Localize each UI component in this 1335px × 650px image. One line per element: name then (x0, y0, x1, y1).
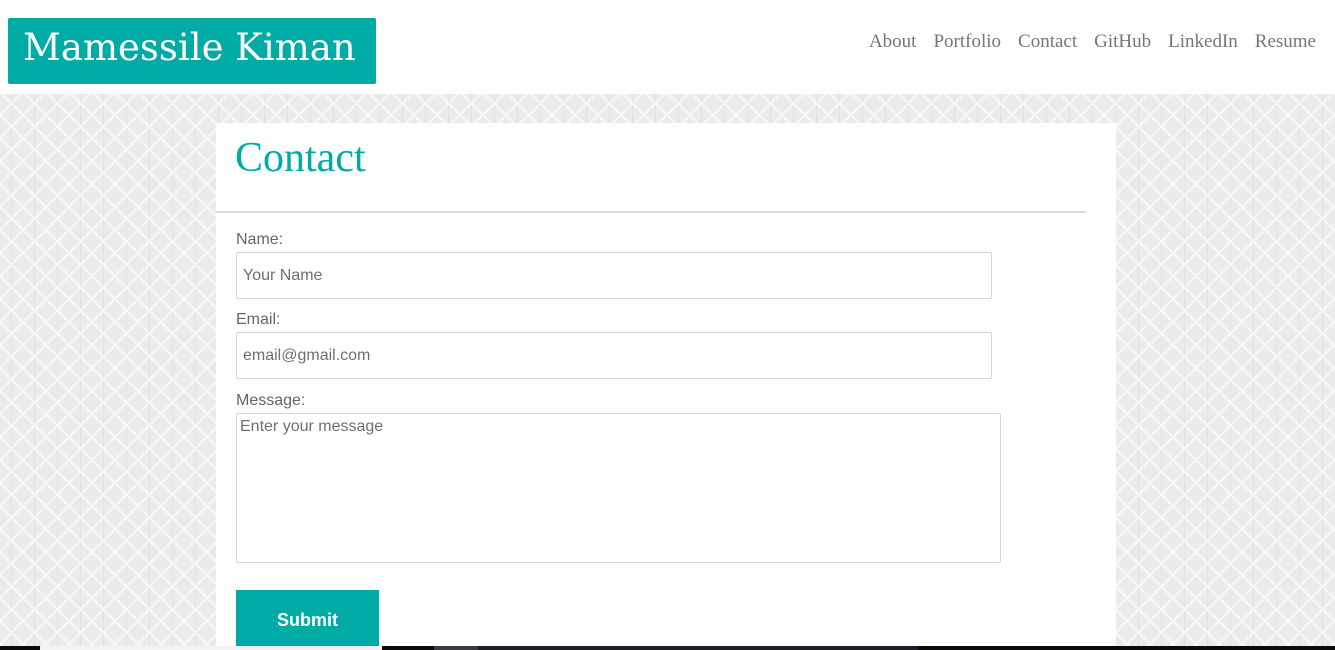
site-header: Mamessile Kiman About Portfolio Contact … (0, 0, 1335, 94)
main-nav: About Portfolio Contact GitHub LinkedIn … (869, 30, 1316, 54)
submit-button[interactable]: Submit (236, 590, 379, 650)
nav-link-contact[interactable]: Contact (1018, 30, 1077, 54)
taskbar-segment (478, 646, 918, 650)
message-label: Message: (236, 392, 306, 409)
nav-link-github[interactable]: GitHub (1094, 30, 1151, 54)
os-taskbar-strip (0, 646, 1335, 650)
email-input[interactable] (236, 332, 992, 379)
nav-link-resume[interactable]: Resume (1255, 30, 1316, 54)
contact-card: Contact Name: Email: Message: Submit (216, 123, 1116, 650)
site-brand-link[interactable]: Mamessile Kiman (8, 18, 376, 84)
email-label: Email: (236, 311, 281, 328)
nav-link-portfolio[interactable]: Portfolio (933, 30, 1001, 54)
taskbar-segment (434, 646, 478, 650)
title-divider (216, 211, 1086, 213)
taskbar-segment (40, 646, 382, 650)
page-title: Contact (235, 135, 366, 181)
name-label: Name: (236, 231, 284, 248)
message-textarea[interactable] (236, 413, 1001, 563)
nav-link-about[interactable]: About (869, 30, 917, 54)
nav-link-linkedin[interactable]: LinkedIn (1168, 30, 1238, 54)
name-input[interactable] (236, 252, 992, 299)
